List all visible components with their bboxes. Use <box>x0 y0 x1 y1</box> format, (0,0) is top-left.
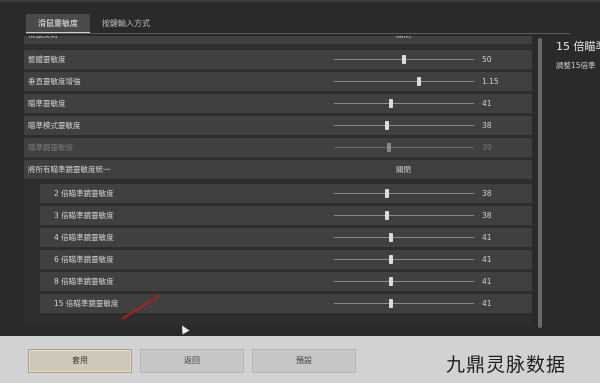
setting-label: 整體靈敏度 <box>28 55 66 64</box>
slider-thumb[interactable] <box>385 121 390 130</box>
top-border <box>0 0 600 2</box>
back-button[interactable]: 返回 <box>140 349 244 373</box>
setting-row: 15 倍瞄準鏡靈敏度 41 <box>40 294 532 313</box>
slider-track[interactable] <box>334 259 474 260</box>
slider-track[interactable] <box>334 237 474 238</box>
setting-row: 垂直靈敏度增強 1.15 <box>24 72 532 91</box>
setting-label: 2 倍瞄準鏡靈敏度 <box>54 189 114 198</box>
slider-thumb[interactable] <box>389 255 394 264</box>
apply-button[interactable]: 套用 <box>28 349 132 373</box>
tab-bar: 滑鼠靈敏度 按鍵輸入方式 <box>26 14 162 34</box>
setting-value: 41 <box>482 277 492 286</box>
setting-value: 38 <box>482 121 492 130</box>
watermark-text: 九鼎灵脉数据 <box>446 354 567 376</box>
slider-thumb[interactable] <box>389 233 394 242</box>
slider-track[interactable] <box>334 147 474 148</box>
slider-thumb[interactable] <box>389 277 394 286</box>
slider-track[interactable] <box>334 303 474 304</box>
setting-value: 41 <box>482 255 492 264</box>
setting-label: 將所有瞄準鏡靈敏度統一 <box>28 165 111 174</box>
setting-row: 3 倍瞄準鏡靈敏度 38 <box>40 206 532 225</box>
setting-label: 6 倍瞄準鏡靈敏度 <box>54 255 114 264</box>
setting-value: 38 <box>482 189 492 198</box>
slider-thumb[interactable] <box>402 55 406 64</box>
side-description-text: 調整15倍準 <box>556 61 596 70</box>
slider-thumb[interactable] <box>385 211 390 220</box>
setting-value: 1.15 <box>482 77 499 86</box>
setting-label: 15 倍瞄準鏡靈敏度 <box>54 299 119 308</box>
setting-label: 瞄準模式靈敏度 <box>28 121 81 130</box>
setting-value: 41 <box>482 299 492 308</box>
setting-label: 滑鼠反轉 <box>28 36 58 44</box>
setting-row: 滑鼠反轉 關閉 <box>24 36 532 44</box>
slider-thumb[interactable] <box>386 143 391 152</box>
slider-track[interactable] <box>334 281 474 282</box>
slider-track[interactable] <box>334 215 474 216</box>
slider-thumb[interactable] <box>385 189 390 198</box>
setting-label: 瞄準靈敏度 <box>28 99 66 108</box>
slider-track[interactable] <box>334 81 474 82</box>
toggle-value[interactable]: 關閉 <box>396 160 411 179</box>
scrollbar[interactable] <box>538 38 542 328</box>
tab-mouse-sensitivity[interactable]: 滑鼠靈敏度 <box>26 14 90 34</box>
setting-row: 2 倍瞄準鏡靈敏度 38 <box>40 184 532 203</box>
setting-label: 瞄準鏡靈敏度 <box>28 143 73 152</box>
setting-row: 4 倍瞄準鏡靈敏度 41 <box>40 228 532 247</box>
setting-label: 4 倍瞄準鏡靈敏度 <box>54 233 114 242</box>
tab-key-input[interactable]: 按鍵輸入方式 <box>90 14 162 34</box>
toggle-value[interactable]: 關閉 <box>396 36 411 44</box>
setting-value: 38 <box>482 211 492 220</box>
tab-divider <box>26 33 570 34</box>
setting-row: 8 倍瞄準鏡靈敏度 41 <box>40 272 532 291</box>
setting-row: 瞄準靈敏度 41 <box>24 94 532 113</box>
setting-value: 41 <box>482 233 492 242</box>
setting-row: 將所有瞄準鏡靈敏度統一 關閉 <box>24 160 532 179</box>
setting-label: 8 倍瞄準鏡靈敏度 <box>54 277 114 286</box>
setting-label: 垂直靈敏度增強 <box>28 77 81 86</box>
setting-value: 41 <box>482 99 492 108</box>
setting-value: 50 <box>482 55 492 64</box>
slider-thumb[interactable] <box>389 299 394 308</box>
settings-panel: 滑鼠反轉關閉整體靈敏度50垂直靈敏度增強1.15瞄準靈敏度41瞄準模式靈敏度38… <box>24 36 532 326</box>
setting-label: 3 倍瞄準鏡靈敏度 <box>54 211 114 220</box>
setting-row: 6 倍瞄準鏡靈敏度 41 <box>40 250 532 269</box>
side-description-title: 15 倍瞄準 <box>556 40 600 53</box>
slider-track[interactable] <box>334 103 474 104</box>
setting-row: 整體靈敏度 50 <box>24 50 532 69</box>
slider-thumb[interactable] <box>417 77 422 86</box>
setting-row: 瞄準鏡靈敏度 39 <box>24 138 532 157</box>
slider-thumb[interactable] <box>389 99 394 108</box>
slider-track[interactable] <box>334 193 474 194</box>
setting-row: 瞄準模式靈敏度 38 <box>24 116 532 135</box>
setting-value: 39 <box>482 143 492 152</box>
default-button[interactable]: 預設 <box>252 349 356 373</box>
slider-track[interactable] <box>334 125 474 126</box>
